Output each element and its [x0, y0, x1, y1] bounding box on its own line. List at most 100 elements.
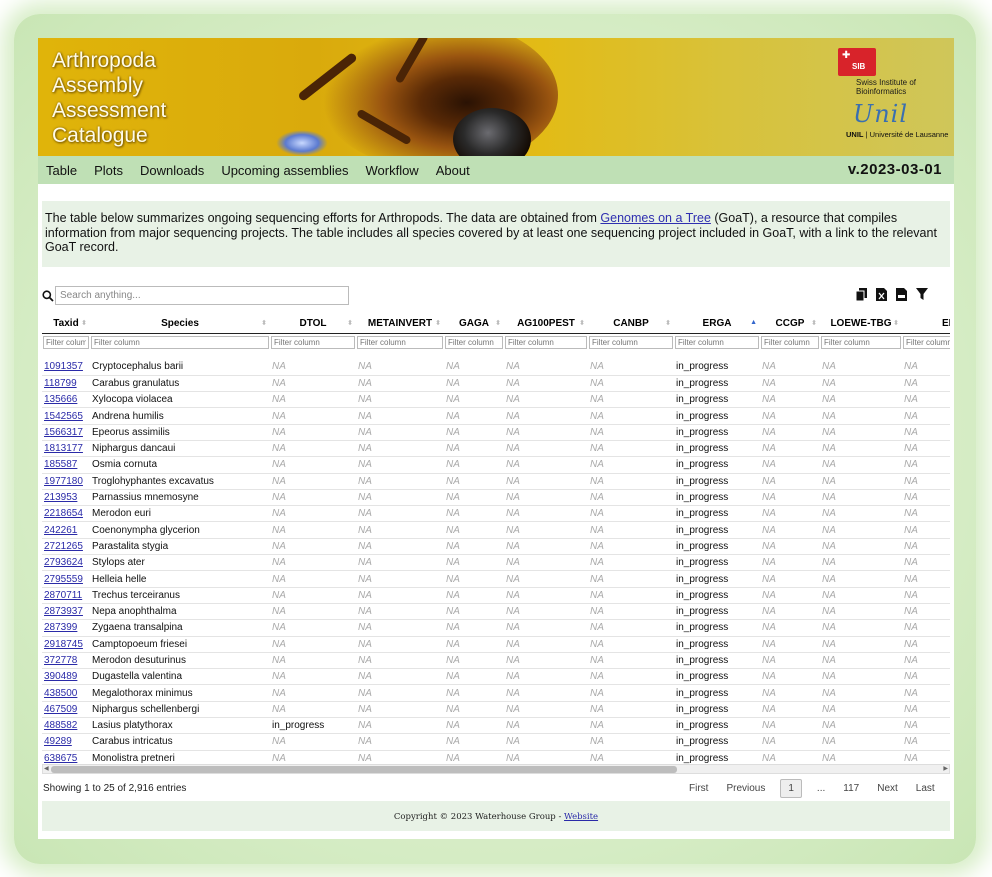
column-header-ccgp[interactable]: CCGP ⬍ — [760, 315, 820, 334]
nav-item-upcoming-assemblies[interactable]: Upcoming assemblies — [221, 163, 348, 178]
taxid-link[interactable]: 1813177 — [44, 443, 83, 454]
footer-website-link[interactable]: Website — [564, 812, 598, 822]
unil-logo[interactable]: Unil — [853, 100, 908, 128]
copy-icon[interactable] — [855, 288, 867, 302]
species-cell: Merodon euri — [90, 505, 270, 523]
column-header-metainvert[interactable]: METAINVERT ⬍ — [356, 315, 444, 334]
status-cell: NA — [504, 717, 588, 735]
table-row: 2795559 Helleia helle NA NA NA NA NA in_progres… — [42, 570, 950, 588]
column-filter-input[interactable] — [821, 336, 901, 350]
column-filter-input[interactable] — [589, 336, 673, 350]
taxid-link[interactable]: 213953 — [44, 492, 77, 503]
species-cell: Dugastella valentina — [90, 668, 270, 686]
nav-item-plots[interactable]: Plots — [94, 163, 123, 178]
pager-first-button[interactable]: First — [689, 783, 708, 794]
taxid-link[interactable]: 287399 — [44, 622, 77, 633]
sib-name-line: Swiss Institute of — [856, 78, 917, 87]
column-filter-input[interactable] — [91, 336, 269, 350]
horizontal-scrollbar[interactable]: ◀ ▶ — [42, 764, 950, 774]
scrollbar-thumb[interactable] — [51, 766, 677, 773]
taxid-link[interactable]: 2218654 — [44, 508, 83, 519]
taxid-link[interactable]: 1091357 — [44, 361, 83, 372]
column-header-loewe-tbg[interactable]: LOEWE-TBG ⬍ — [820, 315, 902, 334]
taxid-link[interactable]: 135666 — [44, 394, 77, 405]
pager-next-button[interactable]: Next — [877, 783, 898, 794]
taxid-link[interactable]: 118799 — [44, 378, 77, 389]
column-header-dtol[interactable]: DTOL ⬍ — [270, 315, 356, 334]
pager-last-button[interactable]: Last — [916, 783, 935, 794]
column-filter-input[interactable] — [505, 336, 587, 350]
taxid-link[interactable]: 1542565 — [44, 411, 83, 422]
column-header-species[interactable]: Species ⬍ — [90, 315, 270, 334]
csv-icon[interactable] — [896, 288, 907, 301]
taxid-link[interactable]: 1977180 — [44, 476, 83, 487]
column-filter-input[interactable] — [761, 336, 819, 350]
status-cell: NA — [504, 603, 588, 621]
status-cell: NA — [444, 619, 504, 637]
taxid-link[interactable]: 488582 — [44, 720, 77, 731]
column-header-ag100pest[interactable]: AG100PEST ⬍ — [504, 315, 588, 334]
status-cell: NA — [356, 391, 444, 409]
status-cell: NA — [356, 652, 444, 670]
taxid-link[interactable]: 372778 — [44, 655, 77, 666]
taxid-link[interactable]: 185587 — [44, 459, 77, 470]
scroll-left-icon[interactable]: ◀ — [44, 765, 49, 772]
status-cell: NA — [588, 603, 674, 621]
scroll-right-icon[interactable]: ▶ — [943, 765, 948, 772]
goat-link[interactable]: Genomes on a Tree — [600, 211, 710, 225]
sib-logo[interactable]: ✚ SIB — [838, 48, 876, 76]
taxid-link[interactable]: 390489 — [44, 671, 77, 682]
pager-page-last[interactable]: 117 — [843, 783, 859, 794]
column-filter-input[interactable] — [903, 336, 950, 350]
status-cell: NA — [902, 733, 950, 751]
column-filter-input[interactable] — [357, 336, 443, 350]
status-cell: in_progress — [674, 636, 760, 653]
search-icon — [42, 290, 54, 302]
column-header-ebp[interactable]: EBF — [902, 315, 950, 334]
column-filter-input[interactable] — [675, 336, 759, 350]
column-header-erga[interactable]: ERGA ▲ — [674, 315, 760, 334]
status-cell: NA — [444, 538, 504, 556]
status-cell: NA — [820, 668, 902, 686]
table-header-row: Taxid ⬍ Species ⬍ DTOL ⬍ METAINVERT ⬍ GAGA ⬍ … — [42, 315, 950, 334]
nav-item-downloads[interactable]: Downloads — [140, 163, 204, 178]
taxid-link[interactable]: 2721265 — [44, 541, 83, 552]
nav-item-workflow[interactable]: Workflow — [365, 163, 418, 178]
status-cell: in_progress — [674, 456, 760, 474]
status-cell: in_progress — [674, 538, 760, 556]
taxid-link[interactable]: 49289 — [44, 736, 72, 747]
taxid-link[interactable]: 2918745 — [44, 639, 83, 650]
taxid-link[interactable]: 242261 — [44, 525, 77, 536]
status-cell: NA — [588, 668, 674, 686]
status-cell: NA — [356, 750, 444, 765]
column-filter-input[interactable] — [445, 336, 503, 350]
pager-previous-button[interactable]: Previous — [726, 783, 765, 794]
column-filter-input[interactable] — [43, 336, 89, 350]
column-header-gaga[interactable]: GAGA ⬍ — [444, 315, 504, 334]
status-cell: NA — [356, 587, 444, 604]
status-cell: NA — [504, 440, 588, 458]
column-header-taxid[interactable]: Taxid ⬍ — [42, 315, 90, 334]
taxid-link[interactable]: 438500 — [44, 688, 77, 699]
pager-page-current[interactable]: 1 — [780, 779, 802, 798]
table-row: 638675 Monolistra pretneri NA NA NA NA NA in_pr… — [42, 750, 950, 765]
species-cell: Lasius platythorax — [90, 717, 270, 735]
filter-icon[interactable] — [916, 288, 928, 301]
search-input[interactable] — [55, 286, 349, 305]
column-filter-input[interactable] — [271, 336, 355, 350]
excel-icon[interactable] — [876, 288, 887, 301]
taxid-link[interactable]: 1566317 — [44, 427, 83, 438]
taxid-link[interactable]: 2795559 — [44, 574, 83, 585]
filter-cell — [588, 333, 674, 353]
taxid-link[interactable]: 467509 — [44, 704, 77, 715]
column-header-canbp[interactable]: CANBP ⬍ — [588, 315, 674, 334]
taxid-link[interactable]: 2873937 — [44, 606, 83, 617]
taxid-link[interactable]: 638675 — [44, 753, 77, 764]
nav-item-table[interactable]: Table — [46, 163, 77, 178]
taxid-cell: 49289 — [42, 733, 90, 751]
nav-item-about[interactable]: About — [436, 163, 470, 178]
status-cell: NA — [270, 391, 356, 409]
filter-cell — [820, 333, 902, 353]
taxid-link[interactable]: 2870711 — [44, 590, 82, 601]
taxid-link[interactable]: 2793624 — [44, 557, 83, 568]
